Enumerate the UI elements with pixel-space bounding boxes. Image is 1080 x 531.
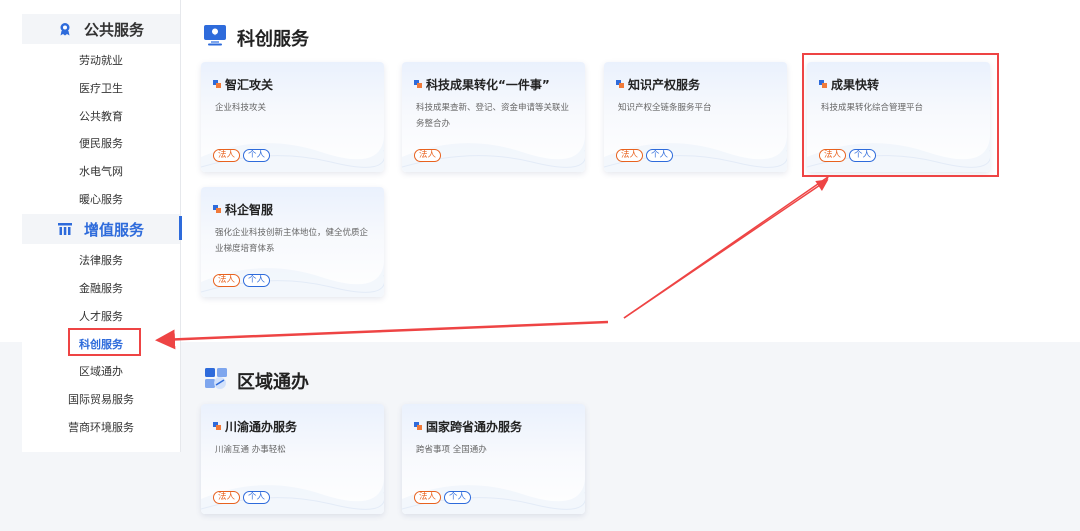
arrow-to-sidebar [155, 320, 609, 350]
arrow-to-card [623, 179, 829, 319]
annotation-arrows [155, 176, 829, 350]
